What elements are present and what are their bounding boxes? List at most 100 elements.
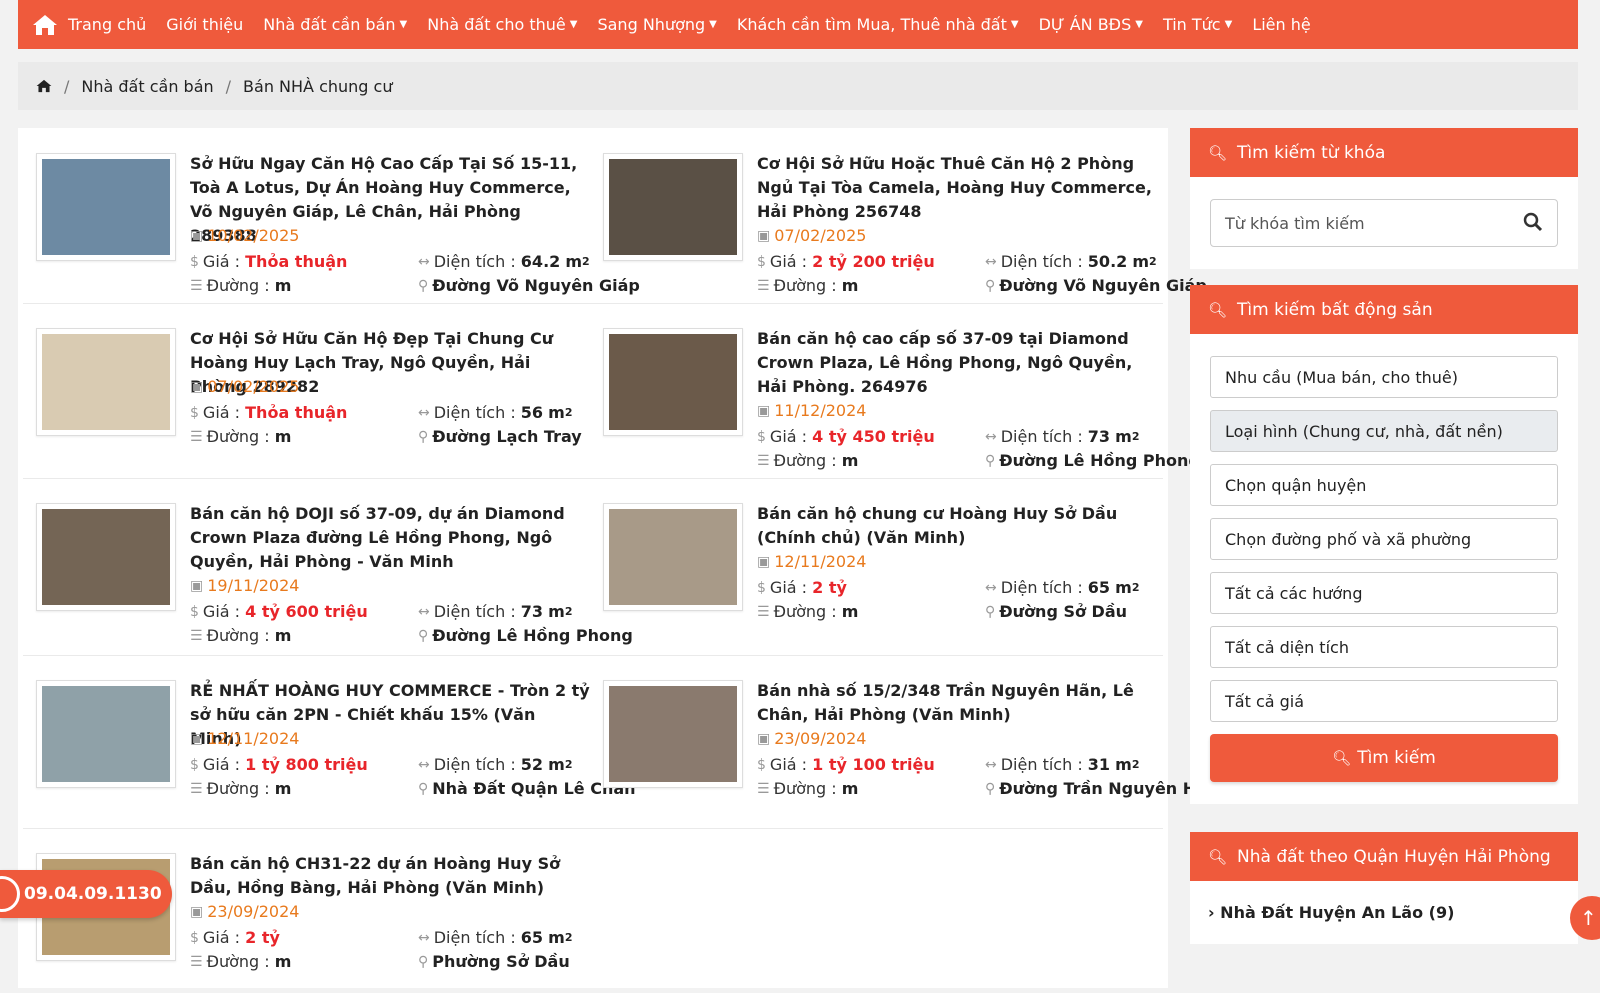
filter-select-2[interactable]: Chọn quận huyện xyxy=(1210,464,1558,506)
breadcrumb-link-for-sale[interactable]: Nhà đất cần bán xyxy=(81,77,213,96)
filter-select-5[interactable]: Tất cả diện tích xyxy=(1210,626,1558,668)
row-divider xyxy=(23,478,1163,479)
listing-price: Thỏa thuận xyxy=(245,252,348,271)
area-unit: m xyxy=(548,403,565,422)
arrows-horizontal-icon: ↔ xyxy=(985,253,997,270)
listing-thumbnail[interactable] xyxy=(603,153,743,261)
dollar-icon: $ xyxy=(757,756,766,773)
listing-thumbnail[interactable] xyxy=(603,328,743,436)
road-label: Đường : xyxy=(206,626,270,645)
area-unit-sup: 2 xyxy=(564,605,573,618)
road-label: Đường : xyxy=(206,276,270,295)
area-label: Diện tích : xyxy=(1000,427,1083,446)
area-unit-sup: 2 xyxy=(564,406,573,419)
listing-card[interactable]: Cơ Hội Sở Hữu Căn Hộ Đẹp Tại Chung Cư Ho… xyxy=(18,303,598,468)
listing-date: 07/02/2025 xyxy=(207,377,300,396)
arrows-horizontal-icon: ↔ xyxy=(985,756,997,773)
arrows-horizontal-icon: ↔ xyxy=(418,603,430,620)
listing-price: 2 tỷ xyxy=(245,928,280,947)
nav-item-label: Trang chủ xyxy=(68,15,147,34)
filter-select-6[interactable]: Tất cả giá xyxy=(1210,680,1558,722)
search-button[interactable]: 🔍︎ Tìm kiếm xyxy=(1210,734,1558,782)
arrows-horizontal-icon: ↔ xyxy=(985,579,997,596)
search-icon: 🔍︎ xyxy=(1208,143,1228,162)
nav-item-0[interactable]: Trang chủ xyxy=(68,15,146,34)
search-icon: 🔍︎ xyxy=(1332,749,1352,767)
listing-thumbnail[interactable] xyxy=(603,503,743,611)
calendar-icon: ▣ xyxy=(190,730,204,747)
keyword-search-input[interactable]: Từ khóa tìm kiếm xyxy=(1210,199,1558,247)
listing-card[interactable]: RẺ NHẤT HOÀNG HUY COMMERCE - Tròn 2 tỷ s… xyxy=(18,655,636,820)
arrows-horizontal-icon: ↔ xyxy=(418,253,430,270)
search-submit-icon[interactable] xyxy=(1523,212,1543,232)
filter-select-3[interactable]: Chọn đường phố và xã phường xyxy=(1210,518,1558,560)
listing-price: 1 tỷ 800 triệu xyxy=(245,755,368,774)
listing-card[interactable]: Sở Hữu Ngay Căn Hộ Cao Cấp Tại Số 15-11,… xyxy=(18,128,640,295)
arrows-horizontal-icon: ↔ xyxy=(418,929,430,946)
dollar-icon: $ xyxy=(190,603,199,620)
home-icon[interactable] xyxy=(32,14,58,36)
dollar-icon: $ xyxy=(190,929,199,946)
caret-down-icon: ▼ xyxy=(399,19,408,30)
nav-item-3[interactable]: Nhà đất cho thuê ▼ xyxy=(427,15,577,34)
district-item-label: Nhà Đất Huyện An Lão (9) xyxy=(1220,903,1455,922)
district-title: Nhà đất theo Quận Huyện Hải Phòng xyxy=(1237,846,1551,867)
nav-item-6[interactable]: DỰ ÁN BĐS ▼ xyxy=(1039,15,1143,34)
listing-title[interactable]: Bán nhà số 15/2/348 Trần Nguyên Hãn, Lê … xyxy=(757,679,1157,727)
keyword-search-header: 🔍︎ Tìm kiếm từ khóa xyxy=(1190,128,1578,177)
listing-card[interactable]: Cơ Hội Sở Hữu Hoặc Thuê Căn Hộ 2 Phòng N… xyxy=(585,128,1207,295)
nav-item-7[interactable]: Tin Tức ▼ xyxy=(1163,15,1232,34)
area-unit: m xyxy=(548,928,565,947)
nav-item-1[interactable]: Giới thiệu xyxy=(166,15,243,34)
nav-item-5[interactable]: Khách cần tìm Mua, Thuê nhà đất ▼ xyxy=(737,15,1019,34)
listing-location: Phường Sở Dầu xyxy=(432,952,570,971)
filter-select-0[interactable]: Nhu cầu (Mua bán, cho thuê) xyxy=(1210,356,1558,398)
listing-card[interactable]: Bán nhà số 15/2/348 Trần Nguyên Hãn, Lê … xyxy=(585,655,1218,820)
listing-area: 50.2 xyxy=(1087,252,1128,271)
listing-title[interactable]: Bán căn hộ DOJI số 37-09, dự án Diamond … xyxy=(190,502,590,574)
area-unit: m xyxy=(1115,578,1132,597)
listing-card[interactable]: Bán căn hộ DOJI số 37-09, dự án Diamond … xyxy=(18,478,633,645)
road-value: m xyxy=(841,451,859,470)
area-label: Diện tích : xyxy=(1000,252,1083,271)
road-label: Đường : xyxy=(773,276,837,295)
district-header: 🔍︎ Nhà đất theo Quận Huyện Hải Phòng xyxy=(1190,832,1578,881)
listing-thumbnail[interactable] xyxy=(36,328,176,436)
listing-thumbnail[interactable] xyxy=(36,680,176,788)
hotline-button[interactable]: 09.04.09.1130 xyxy=(0,870,172,918)
nav-item-2[interactable]: Nhà đất cần bán ▼ xyxy=(263,15,407,34)
road-value: m xyxy=(274,779,292,798)
listing-title[interactable]: Bán căn hộ chung cư Hoàng Huy Sở Dầu (Ch… xyxy=(757,502,1157,550)
listing-price: 1 tỷ 100 triệu xyxy=(812,755,935,774)
price-label: Giá : xyxy=(202,755,241,774)
calendar-icon: ▣ xyxy=(190,378,204,395)
nav-item-label: Sang Nhượng xyxy=(597,15,706,34)
listing-price: 2 tỷ xyxy=(812,578,847,597)
area-unit: m xyxy=(548,602,565,621)
listing-card[interactable]: Bán căn hộ chung cư Hoàng Huy Sở Dầu (Ch… xyxy=(585,478,1165,643)
listing-thumbnail[interactable] xyxy=(36,153,176,261)
arrows-horizontal-icon: ↔ xyxy=(418,404,430,421)
caret-down-icon: ▼ xyxy=(709,19,717,30)
listing-card[interactable]: Bán căn hộ cao cấp số 37-09 tại Diamond … xyxy=(585,303,1200,470)
keyword-search-box: 🔍︎ Tìm kiếm từ khóa Từ khóa tìm kiếm xyxy=(1190,128,1578,269)
filter-select-4[interactable]: Tất cả các hướng xyxy=(1210,572,1558,614)
breadcrumb-home-icon[interactable] xyxy=(36,79,52,93)
nav-item-8[interactable]: Liên hệ xyxy=(1252,15,1310,34)
listing-title[interactable]: Cơ Hội Sở Hữu Hoặc Thuê Căn Hộ 2 Phòng N… xyxy=(757,152,1157,224)
map-marker-icon: ⚲ xyxy=(985,603,996,620)
listing-date: 12/11/2024 xyxy=(774,552,867,571)
dollar-icon: $ xyxy=(757,253,766,270)
listing-title[interactable]: Bán căn hộ CH31-22 dự án Hoàng Huy Sở Dầ… xyxy=(190,852,590,900)
filter-select-1[interactable]: Loại hình (Chung cư, nhà, đất nền) xyxy=(1210,410,1558,452)
listing-area: 52 xyxy=(520,755,544,774)
dollar-icon: $ xyxy=(190,253,199,270)
listing-title[interactable]: Bán căn hộ cao cấp số 37-09 tại Diamond … xyxy=(757,327,1157,399)
district-item[interactable]: › Nhà Đất Huyện An Lão (9) xyxy=(1190,881,1578,944)
listing-area: 65 xyxy=(1087,578,1111,597)
road-label: Đường : xyxy=(206,952,270,971)
nav-item-4[interactable]: Sang Nhượng ▼ xyxy=(597,15,716,34)
listing-price: 4 tỷ 450 triệu xyxy=(812,427,935,446)
listing-thumbnail[interactable] xyxy=(36,503,176,611)
listing-thumbnail[interactable] xyxy=(603,680,743,788)
